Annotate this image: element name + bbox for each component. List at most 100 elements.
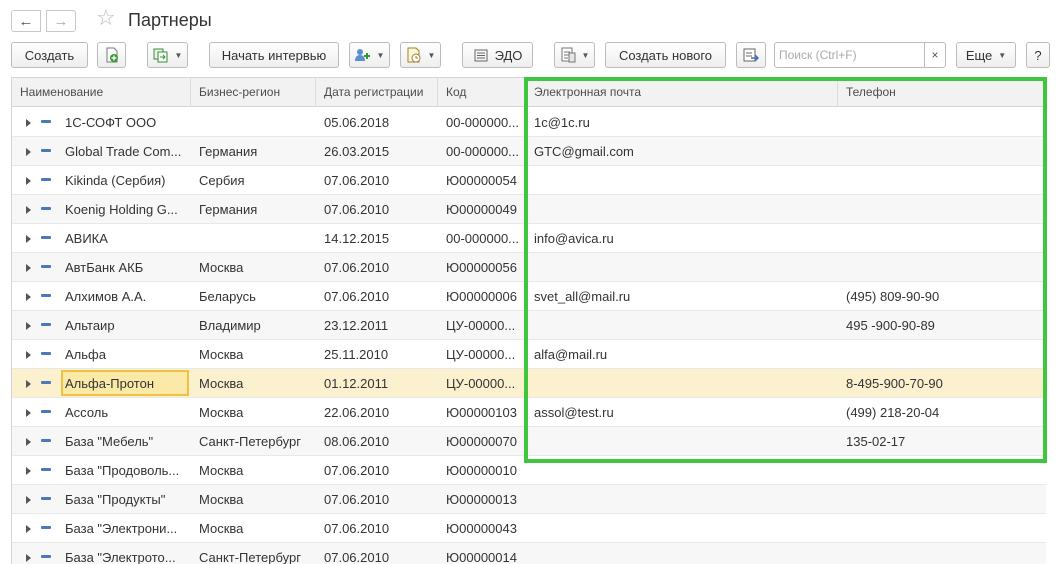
table-row[interactable]: АвтБанк АКБ Москва 07.06.2010 Ю00000056 (12, 253, 1046, 282)
cell-phone[interactable] (838, 195, 1046, 224)
table-row[interactable]: База "Электрото... Санкт-Петербург 07.06.2… (12, 543, 1046, 564)
cell-date[interactable]: 07.06.2010 (316, 456, 438, 485)
cell-date[interactable]: 07.06.2010 (316, 514, 438, 543)
cell-date[interactable]: 22.06.2010 (316, 398, 438, 427)
reports-button[interactable]: ▼ (400, 42, 441, 68)
cell-region[interactable]: Германия (191, 137, 316, 166)
cell-region[interactable]: Москва (191, 340, 316, 369)
cell-email[interactable]: assol@test.ru (526, 398, 838, 427)
column-header-email[interactable]: Электронная почта (526, 78, 838, 107)
cell-name[interactable]: База "Продоволь... (57, 456, 192, 485)
cell-code[interactable]: Ю00000103 (438, 398, 526, 427)
cell-name[interactable]: База "Электрото... (57, 543, 192, 564)
cell-region[interactable]: Санкт-Петербург (191, 427, 316, 456)
more-button[interactable]: Еще ▼ (956, 42, 1016, 68)
expand-triangle-icon[interactable] (26, 148, 31, 156)
cell-phone[interactable]: 495 -900-90-89 (838, 311, 1046, 340)
favorite-star-icon[interactable]: ☆ (96, 7, 116, 29)
cell-phone[interactable] (838, 253, 1046, 282)
expand-triangle-icon[interactable] (26, 177, 31, 185)
expand-triangle-icon[interactable] (26, 351, 31, 359)
expand-triangle-icon[interactable] (26, 438, 31, 446)
cell-region[interactable]: Санкт-Петербург (191, 543, 316, 564)
cell-date[interactable]: 08.06.2010 (316, 427, 438, 456)
expand-triangle-icon[interactable] (26, 467, 31, 475)
table-row[interactable]: Алхимов А.А. Беларусь 07.06.2010 Ю00000006 s… (12, 282, 1046, 311)
cell-name[interactable]: АвтБанк АКБ (57, 253, 192, 282)
cell-date[interactable]: 25.11.2010 (316, 340, 438, 369)
cell-email[interactable]: svet_all@mail.ru (526, 282, 838, 311)
cell-phone[interactable] (838, 108, 1046, 137)
cell-email[interactable] (526, 166, 838, 195)
cell-region[interactable]: Москва (191, 514, 316, 543)
start-interaction-button[interactable]: Начать интервью (209, 42, 339, 68)
table-row[interactable]: Альфа-Протон Москва 01.12.2011 ЦУ-00000... 8… (12, 369, 1046, 398)
column-header-name[interactable]: Наименование (12, 78, 191, 107)
table-row[interactable]: АВИКА 14.12.2015 00-000000... info@avica.ru (12, 224, 1046, 253)
cell-name[interactable]: База "Электрони... (57, 514, 192, 543)
cell-phone[interactable] (838, 137, 1046, 166)
cell-name[interactable]: Kikinda (Сербия) (57, 166, 192, 195)
cell-code[interactable]: Ю00000013 (438, 485, 526, 514)
expand-triangle-icon[interactable] (26, 206, 31, 214)
column-header-code[interactable]: Код (438, 78, 526, 107)
cell-date[interactable]: 07.06.2010 (316, 253, 438, 282)
cell-phone[interactable]: (495) 809-90-90 (838, 282, 1046, 311)
column-header-region[interactable]: Бизнес-регион (191, 78, 316, 107)
cell-name[interactable]: Koenig Holding G... (57, 195, 192, 224)
cell-code[interactable]: Ю00000049 (438, 195, 526, 224)
cell-phone[interactable] (838, 224, 1046, 253)
cell-date[interactable]: 14.12.2015 (316, 224, 438, 253)
table-row[interactable]: Global Trade Com... Германия 26.03.2015 00-… (12, 137, 1046, 166)
cell-name[interactable]: База "Мебель" (57, 427, 192, 456)
cell-date[interactable]: 07.06.2010 (316, 166, 438, 195)
cell-region[interactable]: Сербия (191, 166, 316, 195)
cell-code[interactable]: Ю00000014 (438, 543, 526, 564)
cell-phone[interactable]: 135-02-17 (838, 427, 1046, 456)
expand-triangle-icon[interactable] (26, 380, 31, 388)
cell-code[interactable]: 00-000000... (438, 108, 526, 137)
forward-button[interactable]: → (46, 10, 76, 32)
table-row[interactable]: База "Продоволь... Москва 07.06.2010 Ю00000… (12, 456, 1046, 485)
cell-email[interactable]: GTC@gmail.com (526, 137, 838, 166)
cell-region[interactable] (191, 108, 316, 137)
cell-date[interactable]: 07.06.2010 (316, 543, 438, 564)
cell-region[interactable]: Беларусь (191, 282, 316, 311)
cell-phone[interactable] (838, 543, 1046, 564)
table-row[interactable]: База "Электрони... Москва 07.06.2010 Ю00000… (12, 514, 1046, 543)
expand-triangle-icon[interactable] (26, 525, 31, 533)
create-button[interactable]: Создать (11, 42, 88, 68)
cell-name[interactable]: 1С-СОФТ ООО (57, 108, 192, 137)
cell-email[interactable] (526, 253, 838, 282)
cell-name[interactable]: База "Продукты" (57, 485, 192, 514)
cell-name[interactable]: АВИКА (57, 224, 192, 253)
search-input[interactable]: Поиск (Ctrl+F) (774, 42, 925, 68)
cell-email[interactable] (526, 311, 838, 340)
based-on-button[interactable]: ▼ (147, 42, 188, 68)
table-row[interactable]: База "Мебель" Санкт-Петербург 08.06.2010 Ю0… (12, 427, 1046, 456)
table-row[interactable]: База "Продукты" Москва 07.06.2010 Ю00000013 (12, 485, 1046, 514)
expand-triangle-icon[interactable] (26, 235, 31, 243)
cell-code[interactable]: Ю00000056 (438, 253, 526, 282)
cell-code[interactable]: 00-000000... (438, 224, 526, 253)
cell-email[interactable] (526, 456, 838, 485)
cell-date[interactable]: 23.12.2011 (316, 311, 438, 340)
cell-email[interactable] (526, 485, 838, 514)
cell-email[interactable] (526, 543, 838, 564)
cell-code[interactable]: ЦУ-00000... (438, 340, 526, 369)
back-button[interactable]: ← (11, 10, 41, 32)
cell-date[interactable]: 01.12.2011 (316, 369, 438, 398)
cell-date[interactable]: 26.03.2015 (316, 137, 438, 166)
cell-code[interactable]: Ю00000006 (438, 282, 526, 311)
cell-code[interactable]: Ю00000043 (438, 514, 526, 543)
edo-button[interactable]: ЭДО (462, 42, 533, 68)
cell-name[interactable]: Альтаир (57, 311, 192, 340)
cell-phone[interactable] (838, 340, 1046, 369)
help-button[interactable]: ? (1026, 42, 1050, 68)
cell-email[interactable]: 1c@1c.ru (526, 108, 838, 137)
cell-region[interactable]: Москва (191, 369, 316, 398)
clear-search-button[interactable]: × (924, 42, 946, 68)
cell-region[interactable] (191, 224, 316, 253)
cell-name[interactable]: Альфа (57, 340, 192, 369)
cell-code[interactable]: Ю00000070 (438, 427, 526, 456)
